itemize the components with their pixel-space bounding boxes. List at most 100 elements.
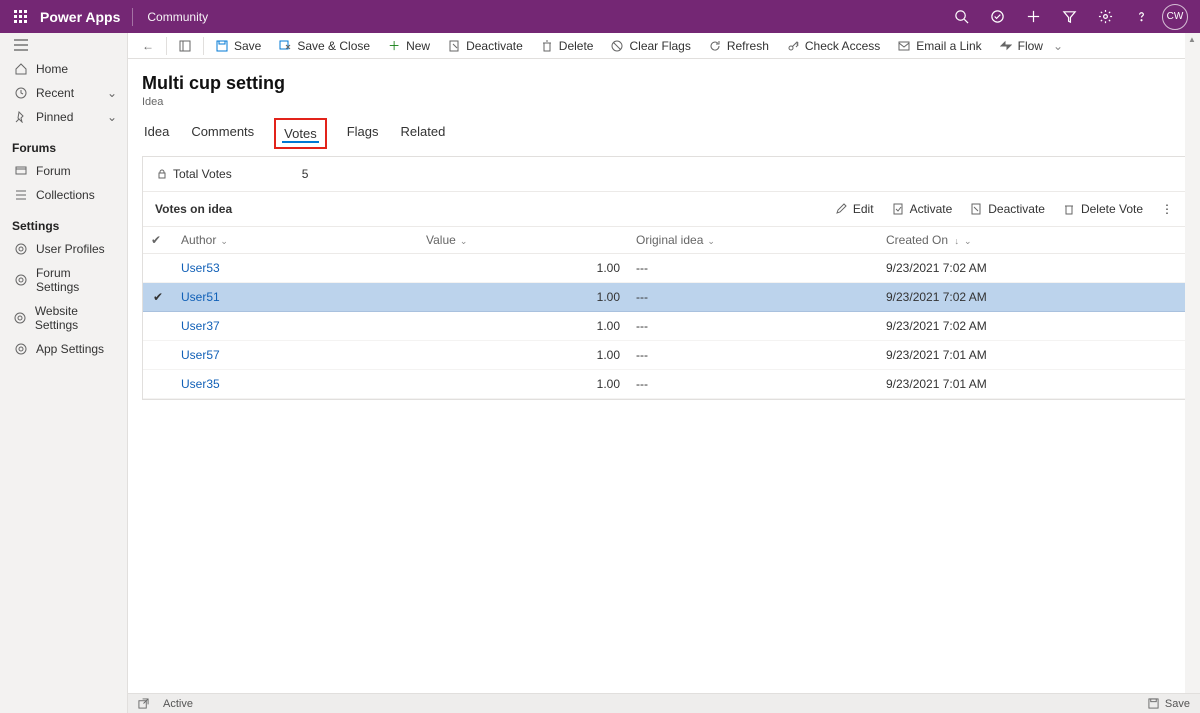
row-check[interactable] [143,370,173,399]
flow-button[interactable]: Flow⌄ [992,36,1071,56]
deactivate-button[interactable]: Deactivate [440,36,531,56]
environment-crumb[interactable]: Community [133,10,222,24]
scrollbar[interactable] [1185,33,1200,713]
author-link[interactable]: User53 [181,261,220,275]
user-avatar[interactable]: CW [1162,4,1188,30]
nav-label: App Settings [36,342,104,356]
tab-idea[interactable]: Idea [142,124,171,149]
btn-label: Check Access [805,39,880,53]
help-icon[interactable] [1126,2,1156,32]
chevron-down-icon: ⌄ [707,236,715,246]
chevron-down-icon: ⌄ [107,86,117,100]
table-row[interactable]: User571.00---9/23/2021 7:01 AM [143,341,1185,370]
author-link[interactable]: User57 [181,348,220,362]
table-row[interactable]: User371.00---9/23/2021 7:02 AM [143,312,1185,341]
check-icon: ✔ [151,233,161,247]
cell-author: User37 [173,312,418,341]
cell-value: 1.00 [418,370,628,399]
col-select[interactable]: ✔ [143,227,173,254]
nav-recent[interactable]: Recent ⌄ [0,81,127,105]
author-link[interactable]: User35 [181,377,220,391]
col-original-idea[interactable]: Original idea ⌄ [628,227,878,254]
tab-votes[interactable]: Votes [274,118,327,149]
gear-icon [14,274,28,286]
delete-button[interactable]: Delete [533,36,602,56]
table-row[interactable]: User351.00---9/23/2021 7:01 AM [143,370,1185,399]
cell-author: User51 [173,283,418,312]
nav-label: Home [36,62,68,76]
btn-label: Refresh [727,39,769,53]
nav-label: Collections [36,188,95,202]
filter-icon[interactable] [1054,2,1084,32]
nav-user-profiles[interactable]: User Profiles [0,237,127,261]
add-icon[interactable] [1018,2,1048,32]
votes-section: Total Votes 5 Votes on idea Edit Activat… [142,156,1186,400]
save-close-button[interactable]: Save & Close [271,36,378,56]
col-author[interactable]: Author⌄ [173,227,418,254]
search-icon[interactable] [946,2,976,32]
app-launcher-icon[interactable] [4,0,36,33]
btn-label: Deactivate [466,39,523,53]
author-link[interactable]: User37 [181,319,220,333]
nav-pinned[interactable]: Pinned ⌄ [0,105,127,129]
nav-forum[interactable]: Forum [0,159,127,183]
arrow-left-icon: ← [142,39,154,53]
open-record-set-button[interactable] [171,37,199,55]
col-value[interactable]: Value⌄ [418,227,628,254]
brand-label: Power Apps [36,9,132,25]
nav-label: User Profiles [36,242,105,256]
page-subtitle: Idea [142,96,1186,108]
delete-vote-button[interactable]: Delete Vote [1063,202,1143,216]
cell-author: User35 [173,370,418,399]
subgrid-title: Votes on idea [155,202,232,216]
new-button[interactable]: ＋New [380,34,438,57]
footer-save-button[interactable]: Save [1165,698,1190,710]
activate-button[interactable]: Activate [892,202,953,216]
cell-original-idea: --- [628,283,878,312]
cell-value: 1.00 [418,254,628,283]
settings-icon[interactable] [1090,2,1120,32]
nav-label: Forum [36,164,71,178]
row-check[interactable] [143,254,173,283]
refresh-button[interactable]: Refresh [701,36,777,56]
email-link-button[interactable]: Email a Link [890,36,989,56]
tab-related[interactable]: Related [399,124,448,149]
pin-icon [14,111,28,123]
row-check[interactable]: ✔ [143,283,173,312]
nav-label: Recent [36,86,74,100]
nav-website-settings[interactable]: Website Settings [0,299,127,337]
row-check[interactable] [143,341,173,370]
tab-comments[interactable]: Comments [189,124,256,149]
table-row[interactable]: User531.00---9/23/2021 7:02 AM [143,254,1185,283]
assistant-icon[interactable] [982,2,1012,32]
save-button[interactable]: Save [208,36,269,56]
clear-flags-button[interactable]: Clear Flags [603,36,698,56]
back-button[interactable]: ← [134,36,162,56]
nav-home[interactable]: Home [0,57,127,81]
nav-section-forums: Forums [0,129,127,159]
chevron-down-icon: ⌄ [107,110,117,124]
nav-collections[interactable]: Collections [0,183,127,207]
col-label: Author [181,233,216,247]
mail-icon [898,40,910,52]
nav-app-settings[interactable]: App Settings [0,337,127,361]
col-label: Original idea [636,233,703,247]
deactivate-icon [970,203,982,215]
btn-label: Clear Flags [629,39,690,53]
nav-forum-settings[interactable]: Forum Settings [0,261,127,299]
table-row[interactable]: ✔User511.00---9/23/2021 7:02 AM [143,283,1185,312]
edit-button[interactable]: Edit [835,202,874,216]
row-check[interactable] [143,312,173,341]
act-label: Delete Vote [1081,202,1143,216]
deactivate-button[interactable]: Deactivate [970,202,1045,216]
more-commands-button[interactable]: ⋮ [1161,202,1173,216]
hamburger-icon[interactable] [0,39,127,57]
popout-icon[interactable] [138,698,149,709]
check-access-button[interactable]: Check Access [779,36,888,56]
save-icon [1148,698,1159,709]
divider [203,37,204,55]
author-link[interactable]: User51 [181,290,220,304]
tab-flags[interactable]: Flags [345,124,381,149]
col-created-on[interactable]: Created On ↓ ⌄ [878,227,1185,254]
btn-label: Save & Close [297,39,370,53]
